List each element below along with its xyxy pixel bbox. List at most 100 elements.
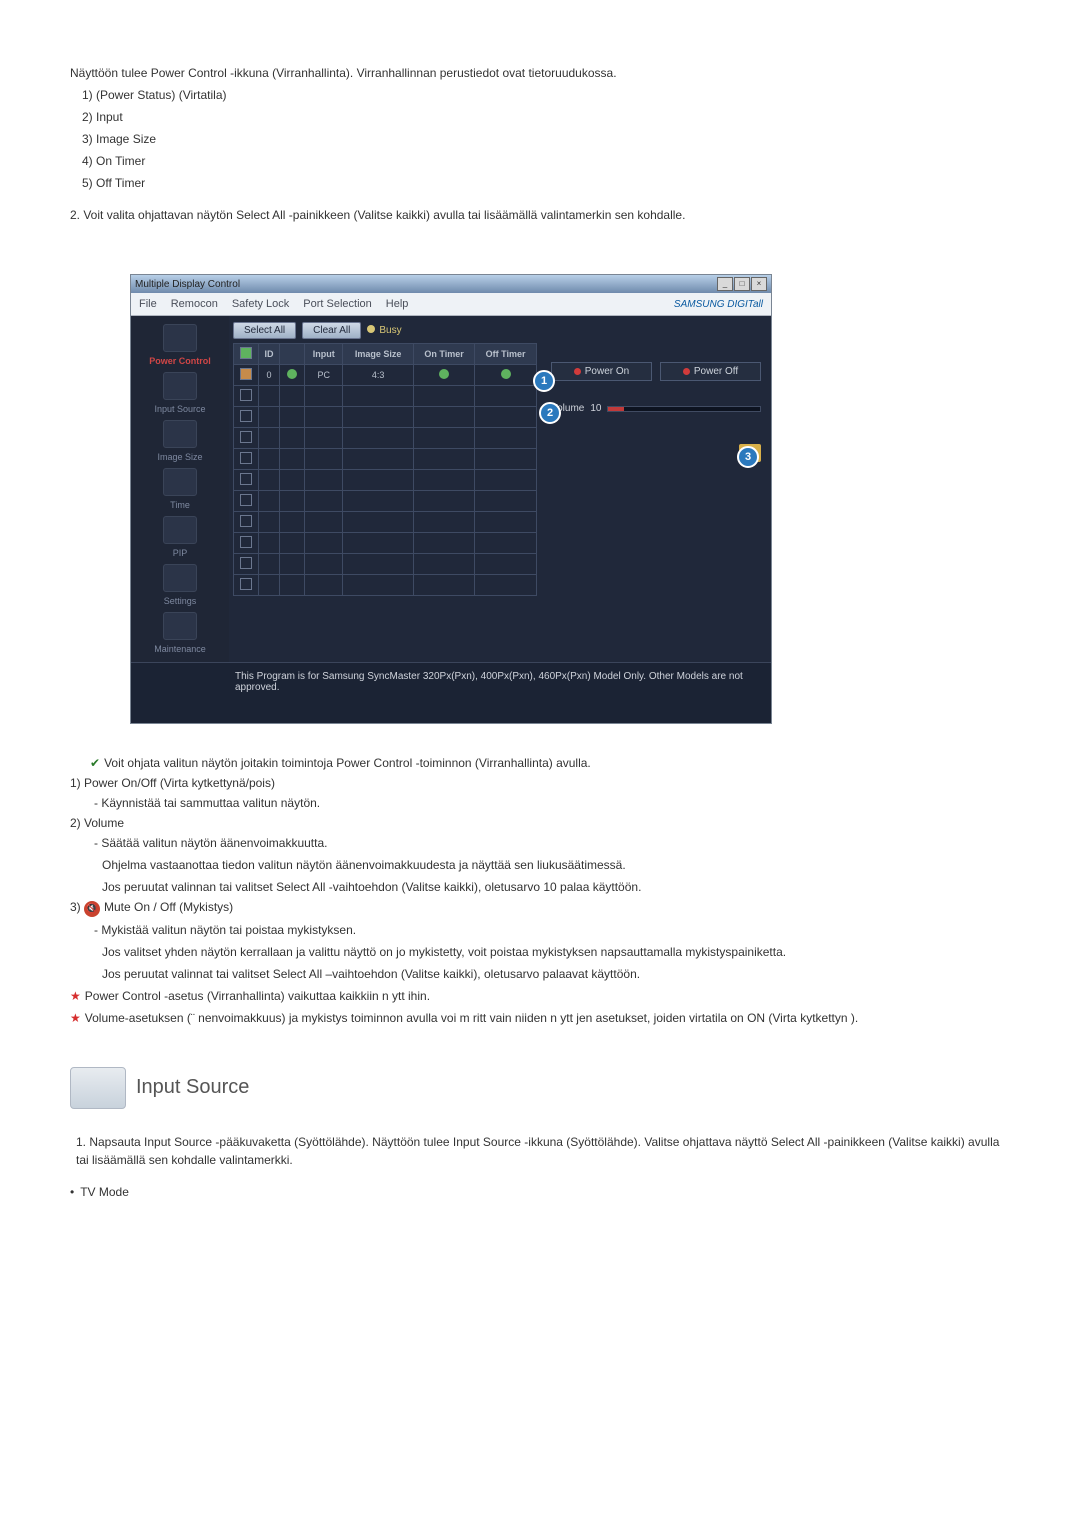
table-row[interactable]: [234, 554, 537, 575]
table-row[interactable]: [234, 533, 537, 554]
col-off-timer: Off Timer: [475, 344, 537, 365]
item-3-desc-b: Jos valitset yhden näytön kerrallaan ja …: [102, 943, 1010, 961]
intro-line: Näyttöön tulee Power Control -ikkuna (Vi…: [70, 64, 1010, 82]
menu-port-selection[interactable]: Port Selection: [303, 298, 371, 310]
status-dot-icon: [501, 369, 511, 379]
clock-icon: [163, 468, 197, 496]
table-row[interactable]: [234, 512, 537, 533]
item-3-desc-c: Jos peruutat valinnat tai valitset Selec…: [102, 965, 1010, 983]
table-row[interactable]: [234, 575, 537, 596]
busy-dot-icon: [367, 325, 375, 333]
header-checkbox[interactable]: [240, 347, 252, 359]
sidebar-item-time[interactable]: Time: [163, 468, 197, 510]
volume-value: 10: [590, 403, 601, 414]
check-line: Voit ohjata valitun näytön joitakin toim…: [104, 756, 591, 770]
power-off-button[interactable]: Power Off: [660, 362, 761, 381]
table-row[interactable]: [234, 470, 537, 491]
col-status: [280, 344, 305, 365]
pip-icon: [163, 516, 197, 544]
close-icon[interactable]: ×: [751, 277, 767, 291]
power-dot-icon: [574, 368, 581, 375]
intro-item: 4) On Timer: [82, 152, 1010, 170]
row-checkbox[interactable]: [240, 557, 252, 569]
select-all-button[interactable]: Select All: [233, 322, 296, 339]
row-checkbox[interactable]: [240, 473, 252, 485]
sidebar-item-label: Power Control: [149, 356, 211, 366]
volume-slider[interactable]: [607, 406, 761, 412]
menu-help[interactable]: Help: [386, 298, 409, 310]
star-icon: [70, 989, 85, 1003]
row-checkbox[interactable]: [240, 494, 252, 506]
table-row[interactable]: [234, 407, 537, 428]
row-checkbox[interactable]: [240, 515, 252, 527]
menu-safety-lock[interactable]: Safety Lock: [232, 298, 289, 310]
row-checkbox[interactable]: [240, 578, 252, 590]
sidebar-item-label: Image Size: [157, 452, 202, 462]
sidebar-item-maintenance[interactable]: Maintenance: [154, 612, 206, 654]
note-2: Volume-asetuksen (¨ nenvoimakkuus) ja my…: [85, 1011, 858, 1025]
callout-3: 3: [737, 446, 759, 468]
col-input: Input: [305, 344, 343, 365]
display-grid: ID Input Image Size On Timer Off Timer 0…: [233, 343, 537, 596]
row-checkbox[interactable]: [240, 431, 252, 443]
power-on-button[interactable]: Power On: [551, 362, 652, 381]
item-2-desc-b: Ohjelma vastaanottaa tiedon valitun näyt…: [102, 856, 1010, 874]
row-checkbox[interactable]: [240, 410, 252, 422]
table-row[interactable]: [234, 386, 537, 407]
menu-file[interactable]: File: [139, 298, 157, 310]
sidebar-item-image-size[interactable]: Image Size: [157, 420, 202, 462]
cell-id: 0: [259, 365, 280, 386]
table-row[interactable]: [234, 428, 537, 449]
right-panel: Power On Power Off Volume 10 1 2 3: [541, 316, 771, 662]
gear-icon: [163, 564, 197, 592]
callout-2: 2: [539, 402, 561, 424]
sidebar-item-pip[interactable]: PIP: [163, 516, 197, 558]
item-3-heading: 3) 🔇Mute On / Off (Mykistys): [70, 900, 1010, 917]
sidebar-item-label: PIP: [163, 548, 197, 558]
bullet-icon: [70, 1185, 80, 1199]
sidebar-item-input-source[interactable]: Input Source: [154, 372, 205, 414]
wrench-icon: [163, 612, 197, 640]
col-id: ID: [259, 344, 280, 365]
item-1-desc: - Käynnistää tai sammuttaa valitun näytö…: [94, 794, 1010, 812]
item-2-desc-c: Jos peruutat valinnan tai valitset Selec…: [102, 878, 1010, 896]
maximize-icon[interactable]: □: [734, 277, 750, 291]
cell-input: PC: [305, 365, 343, 386]
sidebar-item-label: Time: [163, 500, 197, 510]
sidebar-item-power-control[interactable]: Power Control: [149, 324, 211, 366]
table-row[interactable]: 0 PC 4:3: [234, 365, 537, 386]
input-source-heading: Input Source: [136, 1076, 249, 1099]
sidebar-item-label: Input Source: [154, 404, 205, 414]
table-row[interactable]: [234, 491, 537, 512]
intro-item: 1) (Power Status) (Virtatila): [82, 86, 1010, 104]
row-checkbox[interactable]: [240, 389, 252, 401]
row-checkbox[interactable]: [240, 452, 252, 464]
clear-all-button[interactable]: Clear All: [302, 322, 361, 339]
image-size-icon: [163, 420, 197, 448]
busy-indicator: Busy: [367, 325, 401, 336]
table-row[interactable]: [234, 449, 537, 470]
cell-image-size: 4:3: [343, 365, 414, 386]
tv-mode-label: TV Mode: [80, 1185, 129, 1199]
sidebar-item-settings[interactable]: Settings: [163, 564, 197, 606]
mdc-window: Multiple Display Control _ □ × File Remo…: [130, 274, 772, 724]
footer-message: This Program is for Samsung SyncMaster 3…: [131, 662, 771, 723]
intro-step2: 2. Voit valita ohjattavan näytön Select …: [70, 206, 1010, 224]
grid-header-row: ID Input Image Size On Timer Off Timer: [234, 344, 537, 365]
brand-logo: SAMSUNG DIGITall: [674, 299, 763, 310]
titlebar[interactable]: Multiple Display Control _ □ ×: [131, 275, 771, 293]
minimize-icon[interactable]: _: [717, 277, 733, 291]
callout-1: 1: [533, 370, 555, 392]
item-3-desc-a: - Mykistää valitun näytön tai poistaa my…: [94, 921, 1010, 939]
star-icon: [70, 1011, 85, 1025]
row-checkbox[interactable]: [240, 536, 252, 548]
item-2-heading: 2) Volume: [70, 816, 1010, 830]
window-title: Multiple Display Control: [135, 279, 240, 290]
check-icon: [90, 756, 104, 770]
menu-remocon[interactable]: Remocon: [171, 298, 218, 310]
status-dot-icon: [287, 369, 297, 379]
input-icon: [163, 372, 197, 400]
sidebar-item-label: Maintenance: [154, 644, 206, 654]
row-checkbox[interactable]: [240, 368, 252, 380]
power-dot-icon: [683, 368, 690, 375]
